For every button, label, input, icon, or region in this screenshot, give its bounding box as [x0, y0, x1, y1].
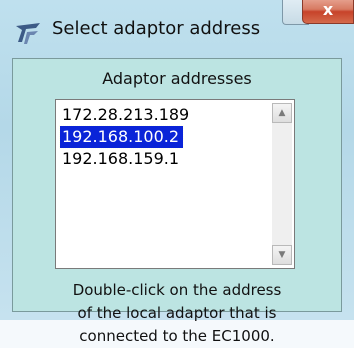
title-bar[interactable]: Select adaptor address x — [0, 0, 354, 58]
dialog-body: Adaptor addresses 172.28.213.189 192.168… — [12, 58, 342, 345]
vertical-scrollbar[interactable]: ▲ ▼ — [272, 103, 292, 265]
scroll-down-button[interactable]: ▼ — [272, 245, 292, 265]
dialog-window: Select adaptor address x Adaptor address… — [0, 0, 354, 345]
adaptor-address-list[interactable]: 172.28.213.189 192.168.100.2 192.168.159… — [55, 99, 295, 269]
close-button[interactable]: x — [302, 0, 354, 24]
list-items: 172.28.213.189 192.168.100.2 192.168.159… — [58, 104, 268, 170]
help-line: connected to the EC1000. — [79, 327, 275, 345]
app-logo-icon — [16, 23, 40, 44]
list-item[interactable]: 172.28.213.189 — [60, 104, 193, 126]
close-icon: x — [322, 0, 334, 19]
list-item-selected[interactable]: 192.168.100.2 — [58, 125, 185, 149]
help-text: Double-click on the address of the local… — [13, 279, 341, 348]
group-title: Adaptor addresses — [102, 69, 252, 88]
list-item[interactable]: 192.168.159.1 — [60, 148, 183, 170]
arrow-up-icon: ▲ — [278, 108, 286, 118]
help-line: Double-click on the address — [72, 281, 282, 299]
window-title: Select adaptor address — [52, 18, 261, 39]
help-line: of the local adaptor that is — [77, 304, 277, 322]
arrow-down-icon: ▼ — [278, 250, 286, 260]
scroll-up-button[interactable]: ▲ — [272, 103, 292, 123]
